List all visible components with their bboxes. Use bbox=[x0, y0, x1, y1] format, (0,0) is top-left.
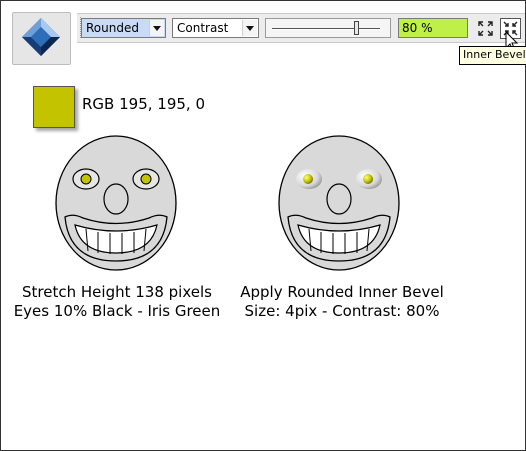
left-iris bbox=[303, 174, 313, 184]
caption-line: Stretch Height 138 pixels bbox=[22, 283, 212, 301]
lighting-value: Contrast bbox=[177, 21, 229, 35]
swatch-label: RGB 195, 195, 0 bbox=[82, 95, 205, 113]
bevel-tool-button[interactable] bbox=[12, 12, 71, 65]
face-flat-illustration bbox=[55, 135, 177, 271]
tooltip-text: Inner Bevel bbox=[463, 48, 526, 61]
left-face-caption: Stretch Height 138 pixels Eyes 10% Black… bbox=[0, 283, 247, 321]
tooltip: Inner Bevel bbox=[459, 46, 526, 65]
bevel-tool-icon bbox=[22, 18, 60, 56]
caption-line: Size: 4pix - Contrast: 80% bbox=[244, 302, 440, 320]
lighting-select[interactable]: Contrast bbox=[172, 18, 259, 38]
right-iris bbox=[140, 173, 152, 185]
outer-bevel-icon bbox=[478, 21, 493, 36]
slider-thumb[interactable] bbox=[354, 21, 360, 35]
nose bbox=[326, 183, 352, 215]
right-iris bbox=[363, 174, 373, 184]
bevel-toolbar: Rounded Contrast 80 % bbox=[77, 13, 525, 43]
window-frame: Rounded Contrast 80 % Inner Bevel RGB 19… bbox=[0, 0, 526, 451]
right-face-caption: Apply Rounded Inner Bevel Size: 4pix - C… bbox=[212, 283, 472, 321]
contrast-value: 80 % bbox=[402, 21, 433, 35]
contrast-slider[interactable] bbox=[265, 18, 391, 38]
face-bevel-illustration bbox=[278, 135, 400, 271]
slider-track bbox=[272, 28, 380, 30]
nose bbox=[103, 183, 129, 215]
bevel-type-select[interactable]: Rounded bbox=[81, 18, 166, 38]
chevron-down-icon[interactable] bbox=[242, 20, 257, 36]
color-swatch bbox=[33, 86, 75, 128]
bevel-type-value: Rounded bbox=[86, 21, 139, 35]
left-iris bbox=[80, 173, 92, 185]
caption-line: Apply Rounded Inner Bevel bbox=[240, 283, 444, 301]
contrast-value-field[interactable]: 80 % bbox=[398, 18, 468, 38]
chevron-down-icon[interactable] bbox=[149, 20, 164, 36]
caption-line: Eyes 10% Black - Iris Green bbox=[13, 302, 221, 320]
outer-bevel-button[interactable] bbox=[475, 18, 496, 39]
